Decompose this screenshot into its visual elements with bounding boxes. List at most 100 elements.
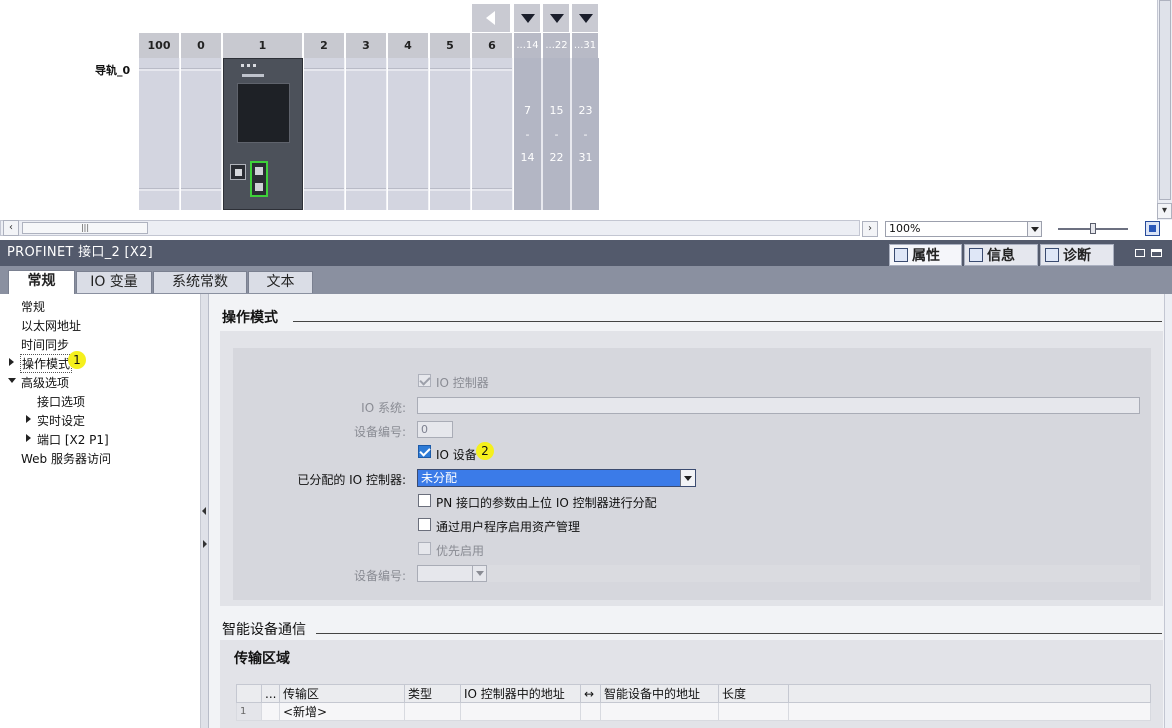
expansion-column[interactable]: 7 - 14 — [514, 58, 543, 210]
overview-navigation-icon[interactable] — [1145, 221, 1160, 236]
pane-splitter[interactable] — [201, 294, 209, 728]
assigned-io-controller-value: 未分配 — [421, 471, 458, 485]
expand-slots-button[interactable] — [572, 4, 600, 32]
slot-header: 1 — [223, 33, 303, 58]
expand-right-icon[interactable] — [203, 540, 207, 548]
vertical-scrollbar[interactable]: ▾ — [1157, 0, 1172, 220]
zoom-slider-handle[interactable] — [1090, 223, 1096, 234]
scroll-right-button[interactable]: › — [862, 221, 878, 237]
horizontal-scrollbar[interactable]: ‹ ||| — [0, 220, 860, 236]
nav-item-general[interactable]: 常规 — [21, 298, 45, 315]
nav-item-advanced-options[interactable]: 高级选项 — [21, 374, 69, 391]
tab-texts[interactable]: 文本 — [248, 271, 313, 293]
section-title-i-device: 智能设备通信 — [222, 622, 306, 638]
row-cell — [600, 702, 719, 721]
nav-item-interface-options[interactable]: 接口选项 — [37, 393, 85, 410]
slot-header: 4 — [388, 33, 429, 58]
col-more[interactable]: ... — [261, 684, 280, 703]
col-i-device-address[interactable]: 智能设备中的地址 — [600, 684, 719, 703]
asset-management-checkbox[interactable] — [418, 518, 431, 531]
expand-slots-button[interactable] — [514, 4, 542, 32]
restore-window-icon[interactable] — [1135, 249, 1145, 257]
slot-header: 2 — [304, 33, 345, 58]
col-length[interactable]: 长度 — [718, 684, 789, 703]
arrow-down-icon — [550, 14, 564, 23]
io-device-checkbox[interactable] — [418, 445, 431, 458]
zoom-slider[interactable] — [1058, 223, 1128, 234]
row-cell — [580, 702, 601, 721]
scroll-thumb[interactable] — [1159, 0, 1171, 200]
rack-slot[interactable] — [139, 58, 180, 210]
zoom-select[interactable]: 100% — [885, 221, 1042, 237]
cpu-module[interactable] — [223, 58, 303, 210]
tab-diagnostics[interactable]: 诊断 — [1040, 244, 1114, 266]
collapse-arrow-icon[interactable] — [8, 378, 16, 383]
tab-info[interactable]: 信息 — [964, 244, 1038, 266]
col-direction[interactable]: ↔ — [580, 684, 601, 703]
rack-slot[interactable] — [346, 58, 387, 210]
expand-arrow-icon[interactable] — [9, 358, 14, 366]
port-x1-icon[interactable] — [230, 164, 246, 180]
nav-item-operating-mode[interactable]: 操作模式 — [20, 354, 73, 373]
assigned-io-controller-select[interactable]: 未分配 — [417, 469, 696, 487]
priority-startup-label: 优先启用 — [436, 544, 485, 558]
rack-scroll-left-button[interactable] — [472, 4, 512, 32]
collapse-left-icon[interactable] — [202, 507, 206, 515]
expansion-column[interactable]: 23 - 31 — [572, 58, 599, 210]
device-number-bar — [487, 565, 1140, 582]
rack-slot[interactable] — [304, 58, 345, 210]
col-transfer-area[interactable]: 传输区 — [279, 684, 405, 703]
tab-io-tags[interactable]: IO 变量 — [76, 271, 152, 293]
nav-item-port-x2-p1[interactable]: 端口 [X2 P1] — [37, 431, 109, 448]
scroll-down-button[interactable]: ▾ — [1157, 203, 1172, 219]
table-row[interactable]: 1 <新增> — [236, 702, 1151, 721]
nav-item-web-server-access[interactable]: Web 服务器访问 — [21, 450, 111, 467]
properties-content: 操作模式 IO 控制器 IO 系统: 设备编号: 0 IO 设备 2 已分配的 … — [209, 294, 1172, 728]
device-view: 导轨_0 100 0 1 2 3 4 5 6 ...14 ...22 ...31 — [0, 0, 1172, 238]
expansion-header: ...14 — [514, 33, 542, 58]
slot-header: 6 — [472, 33, 513, 58]
nav-item-time-sync[interactable]: 时间同步 — [21, 336, 69, 353]
col-type[interactable]: 类型 — [404, 684, 461, 703]
rack-slot[interactable] — [430, 58, 471, 210]
scroll-thumb[interactable]: ||| — [22, 222, 148, 234]
chevron-down-icon[interactable] — [1027, 222, 1041, 236]
zoom-value: 100% — [889, 222, 921, 235]
transfer-area-title: 传输区域 — [234, 651, 290, 667]
scroll-left-button[interactable]: ‹ — [3, 220, 19, 236]
device-number-select — [417, 565, 487, 582]
slot-header: 0 — [181, 33, 222, 58]
rack-slot[interactable] — [388, 58, 429, 210]
col-controller-address[interactable]: IO 控制器中的地址 — [460, 684, 581, 703]
device-number-field: 0 — [417, 421, 453, 438]
device-number-label: 设备编号: — [353, 425, 406, 439]
rack-slot[interactable] — [472, 58, 513, 210]
content-scrollbar[interactable] — [1164, 294, 1172, 728]
maximize-window-icon[interactable] — [1151, 249, 1162, 257]
chevron-down-icon[interactable] — [680, 470, 695, 486]
row-cell — [718, 702, 789, 721]
col-filler — [788, 684, 1151, 703]
tab-system-constants[interactable]: 系统常数 — [153, 271, 247, 293]
io-system-field — [417, 397, 1140, 414]
expand-arrow-icon[interactable] — [26, 434, 31, 442]
pn-param-assign-checkbox[interactable] — [418, 494, 431, 507]
arrow-down-icon — [579, 14, 593, 23]
nav-item-ethernet-address[interactable]: 以太网地址 — [21, 317, 81, 334]
arrow-down-icon — [521, 14, 535, 23]
diagnostics-icon — [1045, 248, 1059, 262]
tab-general[interactable]: 常规 — [8, 270, 75, 294]
nav-item-realtime-settings[interactable]: 实时设定 — [37, 412, 85, 429]
transfer-area-table: ... 传输区 类型 IO 控制器中的地址 ↔ 智能设备中的地址 长度 1 <新… — [236, 684, 1151, 721]
port-x2-icon[interactable] — [250, 161, 268, 197]
arrow-left-icon — [486, 11, 495, 25]
tab-properties[interactable]: 属性 — [889, 244, 962, 266]
io-controller-checkbox — [418, 374, 431, 387]
add-new-cell[interactable]: <新增> — [279, 702, 405, 721]
expansion-column[interactable]: 15 - 22 — [543, 58, 572, 210]
rack-slot[interactable] — [181, 58, 222, 210]
expand-slots-button[interactable] — [543, 4, 571, 32]
chevron-down-icon — [472, 566, 486, 581]
cpu-brand-logo-icon — [242, 74, 264, 77]
expand-arrow-icon[interactable] — [26, 415, 31, 423]
